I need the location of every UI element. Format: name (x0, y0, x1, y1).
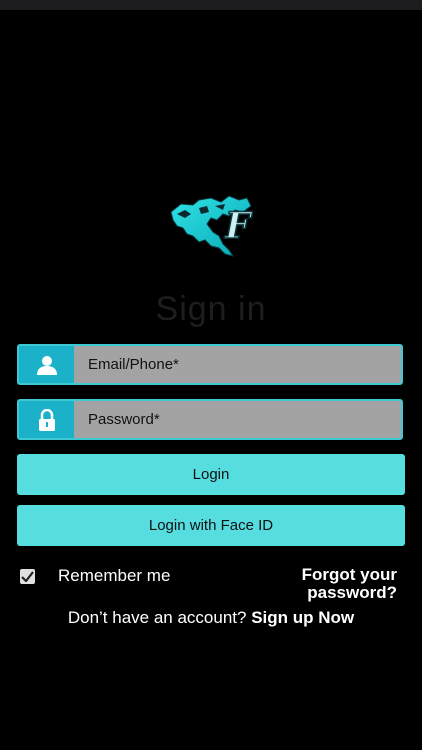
signup-link[interactable]: Sign up Now (251, 608, 354, 627)
password-input[interactable] (74, 401, 401, 438)
email-field-container (17, 344, 403, 385)
password-field-container (17, 399, 403, 440)
login-button[interactable]: Login (17, 454, 405, 495)
password-icon-box (19, 401, 74, 438)
email-input[interactable] (74, 346, 401, 383)
signup-prompt: Don’t have an account? (67, 608, 247, 627)
forgot-password-link[interactable]: Forgot your password? (267, 566, 397, 602)
logo-letter: F (224, 205, 253, 247)
remember-me[interactable]: Remember me (20, 566, 170, 586)
checkmark-icon (21, 570, 34, 582)
map-f-logo-icon: F (170, 195, 254, 257)
page-title: Sign in (155, 290, 267, 328)
remember-me-checkbox[interactable] (20, 568, 35, 584)
remember-me-label: Remember me (58, 566, 171, 585)
app-logo: F (163, 190, 259, 260)
forgot-password-line1: Forgot your (301, 565, 397, 584)
status-bar (0, 0, 422, 10)
user-icon (36, 355, 57, 375)
email-icon-box (19, 346, 74, 383)
signup-prompt-line: Don’t have an account? Sign up Now (0, 608, 422, 628)
lock-icon (38, 408, 55, 431)
face-id-login-button[interactable]: Login with Face ID (17, 505, 405, 546)
login-screen: F Sign in Login Login with Face ID (0, 0, 422, 750)
forgot-password-line2: password? (307, 583, 397, 602)
